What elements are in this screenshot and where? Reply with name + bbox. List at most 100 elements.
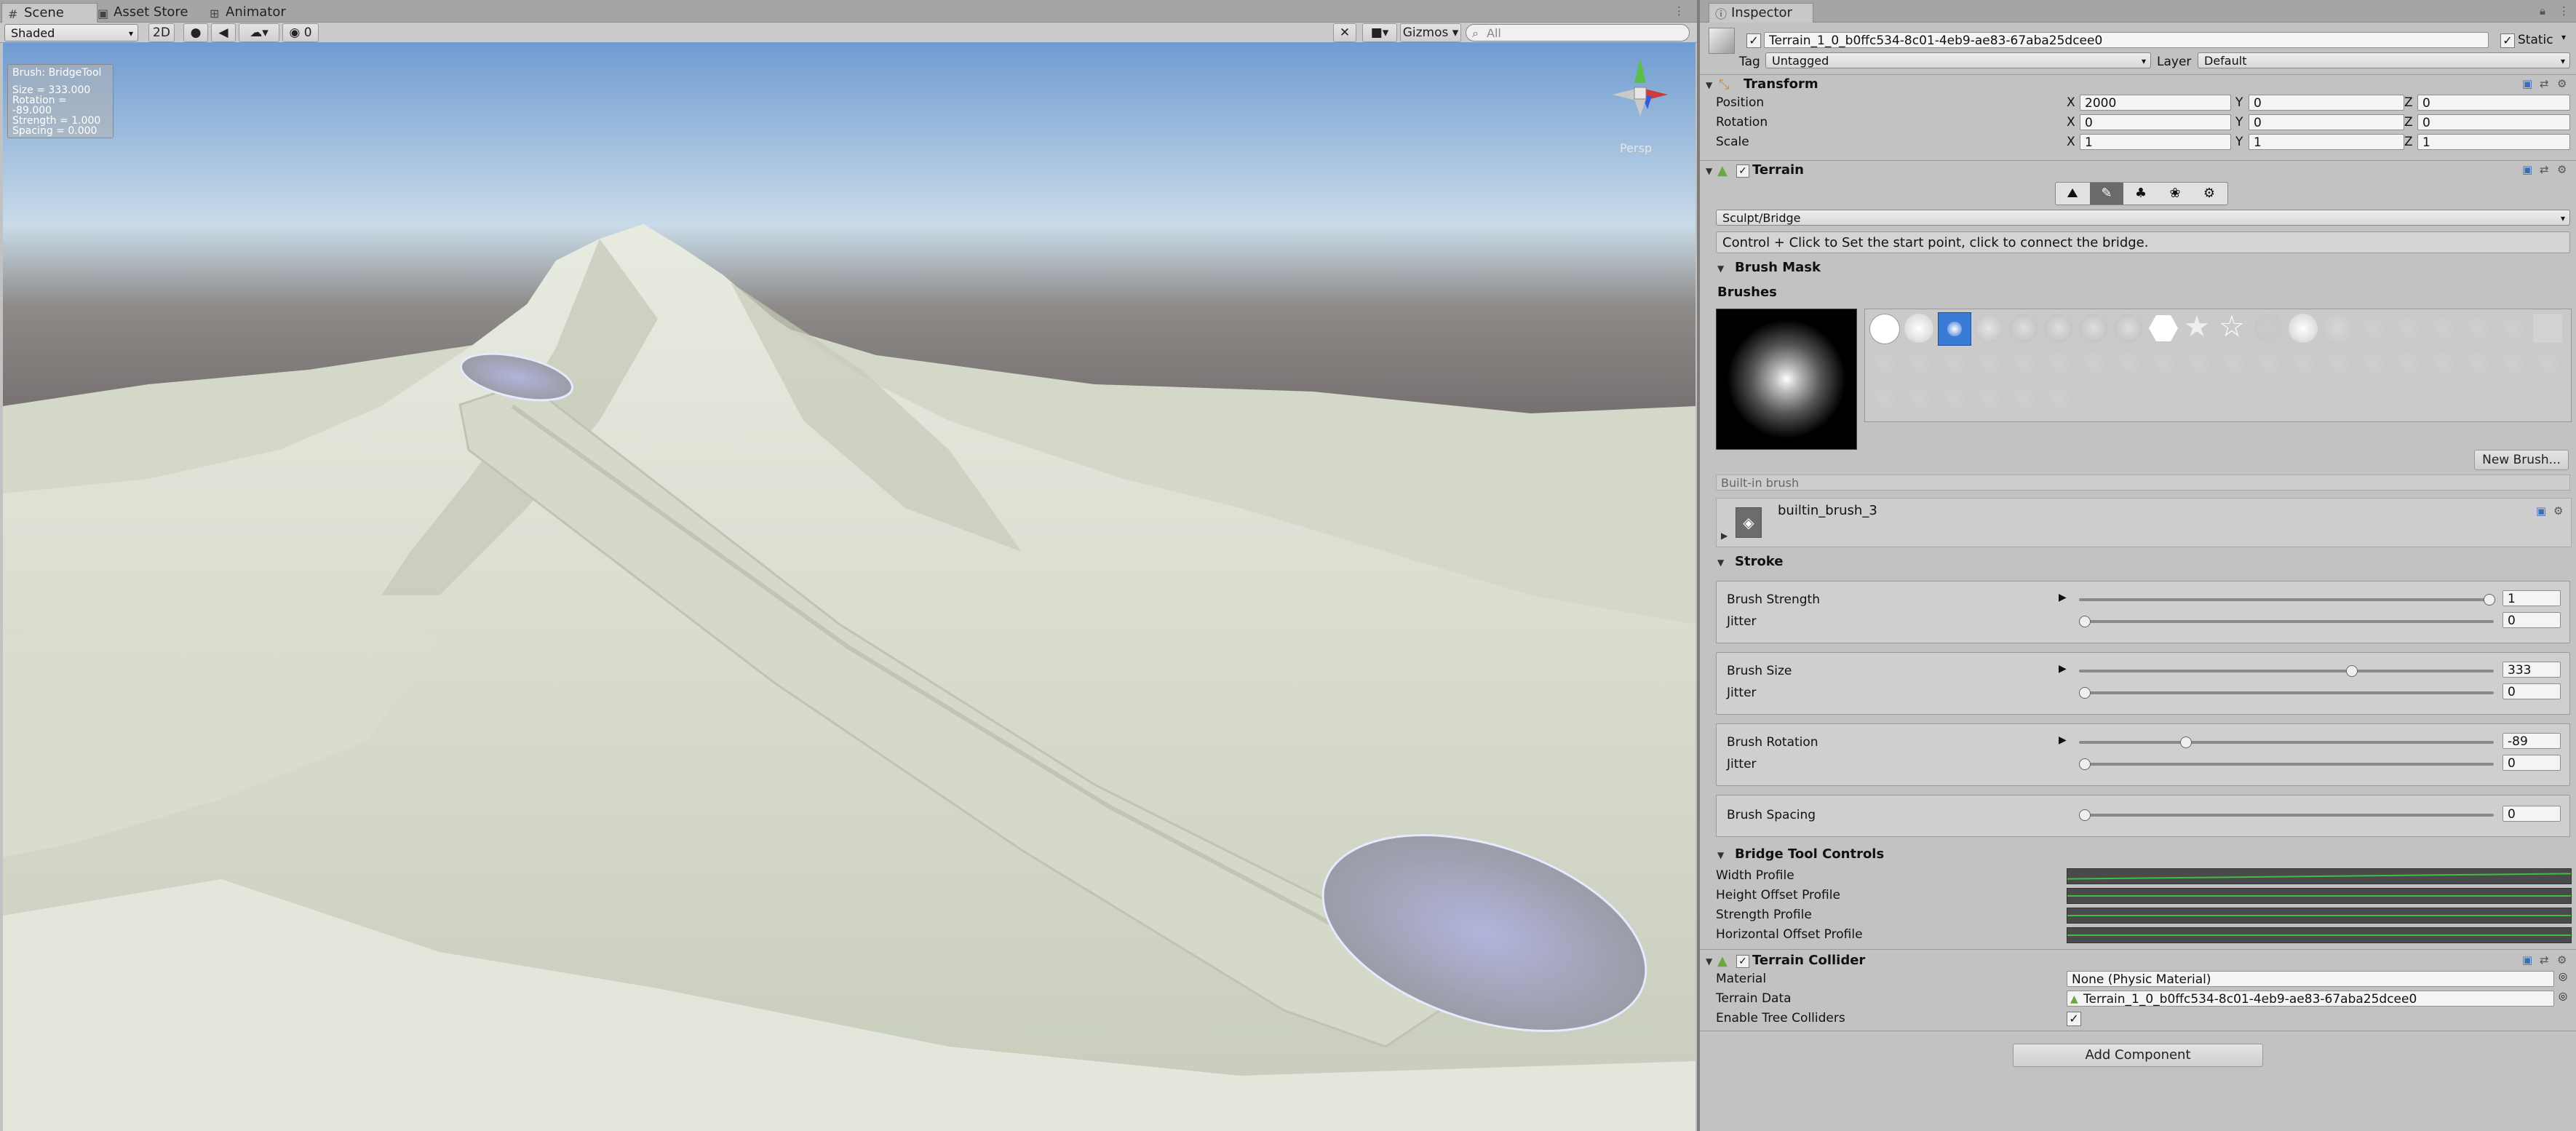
terrain-enabled-checkbox[interactable]: ✓: [1736, 164, 1749, 178]
brush-thumb[interactable]: [2289, 314, 2318, 343]
brush-thumb[interactable]: [1904, 384, 1933, 413]
active-checkbox[interactable]: ✓: [1746, 33, 1761, 48]
rotation-jitter-field[interactable]: 0: [2503, 755, 2561, 771]
brush-thumb[interactable]: [2009, 384, 2038, 413]
create-neighbor-tool-icon[interactable]: ⛰: [2056, 183, 2089, 205]
rotation-z-field[interactable]: 0: [2417, 114, 2570, 130]
object-picker-icon[interactable]: ◎: [2559, 991, 2567, 1002]
horizontal-offset-profile-curve[interactable]: [2067, 927, 2572, 943]
position-y-field[interactable]: 0: [2249, 95, 2404, 111]
gear-icon[interactable]: ⚙: [2557, 163, 2567, 176]
brush-thumb[interactable]: [2009, 349, 2038, 378]
strength-jitter-field[interactable]: 0: [2503, 612, 2561, 628]
brush-thumb[interactable]: [1869, 349, 1899, 378]
strength-jitter-slider[interactable]: [2079, 620, 2494, 623]
paint-trees-tool-icon[interactable]: ♣: [2124, 183, 2158, 205]
brush-thumb[interactable]: [2358, 349, 2388, 378]
brush-spacing-slider-knob[interactable]: [2079, 809, 2091, 821]
brush-thumb[interactable]: [2044, 349, 2073, 378]
tab-scene[interactable]: # Scene: [1, 3, 98, 23]
expand-arrow-icon[interactable]: ▶: [2059, 734, 2067, 746]
scene-search-input[interactable]: ⌕ All: [1466, 24, 1690, 41]
rotation-y-field[interactable]: 0: [2249, 114, 2404, 130]
tree-colliders-checkbox[interactable]: ✓: [2067, 1012, 2081, 1026]
rotation-jitter-knob[interactable]: [2079, 758, 2091, 770]
brush-strength-slider[interactable]: [2079, 598, 2494, 601]
static-dropdown-icon[interactable]: ▾: [2561, 32, 2566, 42]
position-z-field[interactable]: 0: [2417, 95, 2570, 111]
brush-thumb[interactable]: [2079, 349, 2108, 378]
help-icon[interactable]: ▣: [2536, 504, 2546, 517]
brush-size-slider[interactable]: [2079, 670, 2494, 672]
brush-mask-foldout-icon[interactable]: ▼: [1717, 263, 1724, 274]
brush-spacing-slider[interactable]: [2079, 814, 2494, 817]
rotation-jitter-slider[interactable]: [2079, 763, 2494, 766]
shading-mode-dropdown[interactable]: Shaded ▾: [4, 24, 138, 41]
brush-rotation-slider-knob[interactable]: [2180, 737, 2192, 748]
brush-size-field[interactable]: 333: [2503, 662, 2561, 678]
bridge-controls-foldout-icon[interactable]: ▼: [1717, 850, 1724, 860]
scale-y-field[interactable]: 1: [2249, 134, 2404, 150]
expand-arrow-icon[interactable]: ▶: [2059, 592, 2067, 603]
brush-thumb-hexagon[interactable]: [2149, 315, 2178, 341]
mode-2d-button[interactable]: 2D: [148, 23, 175, 42]
preset-icon[interactable]: ⇄: [2540, 77, 2549, 90]
material-field[interactable]: None (Physic Material): [2067, 971, 2554, 987]
brush-thumb[interactable]: [2009, 314, 2038, 343]
preset-icon[interactable]: ⇄: [2540, 163, 2549, 176]
menu-icon[interactable]: ⋮: [1674, 4, 1685, 17]
strength-profile-curve[interactable]: [2067, 908, 2572, 924]
sculpt-tool-dropdown[interactable]: Sculpt/Bridge ▾: [1716, 210, 2570, 226]
brush-thumb[interactable]: [2114, 349, 2143, 378]
brush-thumb-hard[interactable]: [1869, 314, 1900, 344]
brush-size-slider-knob[interactable]: [2345, 665, 2358, 677]
rotation-x-field[interactable]: 0: [2080, 114, 2231, 130]
help-icon[interactable]: ▣: [2522, 953, 2532, 967]
orientation-gizmo[interactable]: [1604, 51, 1677, 131]
brush-thumb[interactable]: [1974, 314, 2003, 343]
layer-dropdown[interactable]: Default ▾: [2198, 52, 2570, 68]
brush-thumb[interactable]: [2498, 349, 2527, 378]
paint-details-tool-icon[interactable]: ❀: [2158, 183, 2192, 205]
brush-thumb[interactable]: [2289, 349, 2318, 378]
brush-thumb-star[interactable]: ★: [2184, 311, 2210, 343]
brush-thumb[interactable]: [2114, 314, 2143, 343]
gear-icon[interactable]: ⚙: [2553, 504, 2563, 517]
brush-thumb[interactable]: [2149, 349, 2178, 378]
expand-arrow-icon[interactable]: ▶: [2059, 663, 2067, 675]
brush-spacing-field[interactable]: 0: [2503, 806, 2561, 822]
terrain-data-field[interactable]: ▲ Terrain_1_0_b0ffc534-8c01-4eb9-ae83-67…: [2067, 991, 2554, 1007]
help-icon[interactable]: ▣: [2522, 77, 2532, 90]
brush-thumb[interactable]: [1869, 384, 1899, 413]
terrain-collider-foldout-icon[interactable]: ▼: [1706, 956, 1712, 967]
brush-thumb[interactable]: [2044, 384, 2073, 413]
static-checkbox[interactable]: ✓: [2500, 33, 2515, 48]
brush-strength-field[interactable]: 1: [2503, 590, 2561, 606]
tab-animator[interactable]: ⊞ Animator: [204, 3, 313, 22]
brush-thumb[interactable]: [2428, 349, 2457, 378]
size-jitter-field[interactable]: 0: [2503, 683, 2561, 699]
brush-thumb[interactable]: [1939, 349, 1968, 378]
brush-strength-slider-knob[interactable]: [2484, 594, 2495, 606]
terrain-settings-tool-icon[interactable]: ⚙: [2193, 183, 2226, 205]
transform-foldout-icon[interactable]: ▼: [1706, 80, 1712, 90]
brush-thumb[interactable]: [2184, 349, 2213, 378]
brush-thumb[interactable]: [2498, 314, 2527, 343]
tools-button[interactable]: ✕: [1333, 23, 1356, 42]
brush-thumb[interactable]: [2219, 349, 2248, 378]
add-component-button[interactable]: Add Component: [2013, 1044, 2263, 1067]
tab-asset-store[interactable]: ▣ Asset Store: [92, 3, 215, 22]
brush-thumb-star-outline[interactable]: ☆: [2219, 311, 2245, 343]
brush-thumb[interactable]: [2358, 314, 2388, 343]
scene-viewport[interactable]: Brush: BridgeTool Size = 333.000 Rotatio…: [3, 42, 1696, 1131]
terrain-collider-enabled-checkbox[interactable]: ✓: [1736, 955, 1749, 968]
scale-z-field[interactable]: 1: [2417, 134, 2570, 150]
gizmos-dropdown[interactable]: Gizmos ▾: [1400, 23, 1461, 42]
hidden-objects-toggle[interactable]: ◉ 0: [282, 23, 319, 42]
brush-thumb-soft[interactable]: [1904, 314, 1933, 343]
brush-thumb[interactable]: [2393, 314, 2422, 343]
preset-icon[interactable]: ⇄: [2540, 953, 2549, 967]
projection-label[interactable]: Persp: [1620, 141, 1652, 155]
brush-thumb-selected[interactable]: [1938, 312, 1971, 346]
brush-thumb[interactable]: [2428, 314, 2457, 343]
